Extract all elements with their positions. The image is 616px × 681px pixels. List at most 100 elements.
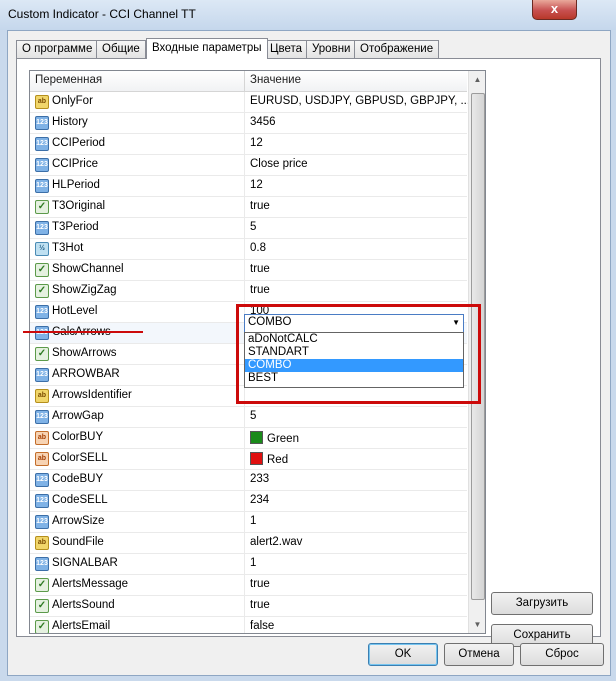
param-name: ShowArrows	[52, 347, 117, 359]
param-row-colorbuy[interactable]: ab ColorBUY Green	[30, 428, 467, 449]
param-value[interactable]: alert2.wav	[250, 536, 302, 548]
tab-about[interactable]: О программе	[16, 40, 99, 58]
option-standart[interactable]: STANDART	[245, 346, 463, 359]
param-row-arrowsidentifier[interactable]: ab ArrowsIdentifier	[30, 386, 467, 407]
row-divider	[244, 155, 245, 175]
param-value[interactable]: Green	[250, 431, 299, 445]
option-best[interactable]: BEST	[245, 372, 463, 385]
param-row-soundfile[interactable]: ab SoundFile alert2.wav	[30, 533, 467, 554]
param-row-alertsmessage[interactable]: ✓ AlertsMessage true	[30, 575, 467, 596]
close-icon: x	[550, 1, 559, 16]
param-value[interactable]: 12	[250, 179, 263, 191]
param-value[interactable]: 5	[250, 410, 256, 422]
param-value-text: true	[250, 599, 270, 611]
param-name: OnlyFor	[52, 95, 93, 107]
param-row-alertsemail[interactable]: ✓ AlertsEmail false	[30, 617, 467, 633]
grid-scrollbar[interactable]: ▲ ▼	[468, 71, 485, 633]
close-button[interactable]: x	[532, 0, 577, 20]
row-divider	[244, 239, 245, 259]
param-row-cciperiod[interactable]: 123 CCIPeriod 12	[30, 134, 467, 155]
scroll-thumb[interactable]	[471, 93, 485, 600]
row-divider	[244, 428, 245, 448]
param-value[interactable]: Close price	[250, 158, 308, 170]
param-row-signalbar[interactable]: 123 SIGNALBAR 1	[30, 554, 467, 575]
param-row-showzigzag[interactable]: ✓ ShowZigZag true	[30, 281, 467, 302]
param-value[interactable]: false	[250, 620, 274, 632]
row-divider	[244, 407, 245, 427]
param-value[interactable]: 1	[250, 515, 256, 527]
tab-common[interactable]: Общие	[96, 40, 146, 58]
param-type-icon: ✓	[35, 620, 49, 633]
param-row-history[interactable]: 123 History 3456	[30, 113, 467, 134]
chevron-down-icon[interactable]: ▼	[452, 318, 460, 327]
param-row-t3hot[interactable]: ½ T3Hot 0.8	[30, 239, 467, 260]
param-value[interactable]: EURUSD, USDJPY, GBPUSD, GBPJPY, ...	[250, 95, 470, 107]
param-name: ShowZigZag	[52, 284, 117, 296]
param-name: CCIPrice	[52, 158, 99, 170]
row-divider	[244, 533, 245, 553]
param-value-text: alert2.wav	[250, 536, 303, 548]
param-value-text: true	[250, 263, 270, 275]
param-row-colorsell[interactable]: ab ColorSELL Red	[30, 449, 467, 470]
row-divider	[244, 617, 245, 633]
row-divider	[244, 449, 245, 469]
param-value-text: true	[250, 200, 270, 212]
param-name: ColorBUY	[52, 431, 104, 443]
scroll-up-icon[interactable]: ▲	[469, 71, 485, 88]
scroll-down-icon[interactable]: ▼	[469, 616, 485, 633]
param-row-showchannel[interactable]: ✓ ShowChannel true	[30, 260, 467, 281]
param-value[interactable]: true	[250, 263, 270, 275]
param-row-codebuy[interactable]: 123 CodeBUY 233	[30, 470, 467, 491]
param-row-alertssound[interactable]: ✓ AlertsSound true	[30, 596, 467, 617]
param-value[interactable]: true	[250, 578, 270, 590]
param-value-text: 1	[250, 515, 257, 527]
param-row-hlperiod[interactable]: 123 HLPeriod 12	[30, 176, 467, 197]
tab-levels[interactable]: Уровни	[306, 40, 357, 58]
param-row-onlyfor[interactable]: ab OnlyFor EURUSD, USDJPY, GBPUSD, GBPJPY,…	[30, 92, 470, 113]
param-value[interactable]: 5	[250, 221, 256, 233]
tab-display[interactable]: Отображение	[354, 40, 440, 58]
row-divider	[244, 554, 245, 574]
param-value-text: 12	[250, 179, 263, 191]
calcarrows-select[interactable]: COMBO ▼	[244, 314, 464, 333]
column-divider[interactable]	[244, 71, 245, 91]
tab-colors[interactable]: Цвета	[264, 40, 309, 58]
param-value[interactable]: true	[250, 284, 270, 296]
param-value-text: true	[250, 578, 270, 590]
param-value[interactable]: true	[250, 200, 270, 212]
param-value[interactable]: 233	[250, 473, 269, 485]
param-row-arrowgap[interactable]: 123 ArrowGap 5	[30, 407, 467, 428]
param-row-codesell[interactable]: 123 CodeSELL 234	[30, 491, 467, 512]
option-adonotcalc[interactable]: aDoNotCALC	[245, 333, 463, 346]
param-value-text: Red	[267, 454, 289, 466]
param-value-text: false	[250, 620, 275, 632]
param-value-text: Green	[267, 433, 299, 445]
param-value[interactable]: 0.8	[250, 242, 266, 254]
param-value[interactable]: 3456	[250, 116, 276, 128]
param-value[interactable]: true	[250, 599, 270, 611]
param-value[interactable]: 12	[250, 137, 263, 149]
param-row-t3original[interactable]: ✓ T3Original true	[30, 197, 467, 218]
param-row-t3period[interactable]: 123 T3Period 5	[30, 218, 467, 239]
param-row-arrowsize[interactable]: 123 ArrowSize 1	[30, 512, 467, 533]
param-name: History	[52, 116, 88, 128]
cancel-button[interactable]: Отмена	[444, 643, 514, 666]
param-type-icon: 123	[35, 158, 49, 172]
param-value-text: 233	[250, 473, 270, 485]
param-row-cciprice[interactable]: 123 CCIPrice Close price	[30, 155, 467, 176]
ok-button[interactable]: OK	[368, 643, 438, 666]
option-combo[interactable]: COMBO	[245, 359, 463, 372]
column-value[interactable]: Значение	[250, 74, 301, 86]
param-name: ArrowGap	[52, 410, 104, 422]
param-value[interactable]: Red	[250, 452, 288, 466]
load-button[interactable]: Загрузить	[491, 592, 593, 615]
param-type-icon: ✓	[35, 599, 49, 613]
param-value[interactable]: 1	[250, 557, 256, 569]
reset-button[interactable]: Сброс	[520, 643, 604, 666]
param-value[interactable]: 234	[250, 494, 269, 506]
column-variable[interactable]: Переменная	[35, 74, 102, 86]
param-type-icon: 123	[35, 221, 49, 235]
param-name: SoundFile	[52, 536, 104, 548]
tab-inputs[interactable]: Входные параметры	[146, 38, 268, 59]
param-type-icon: ✓	[35, 200, 49, 214]
